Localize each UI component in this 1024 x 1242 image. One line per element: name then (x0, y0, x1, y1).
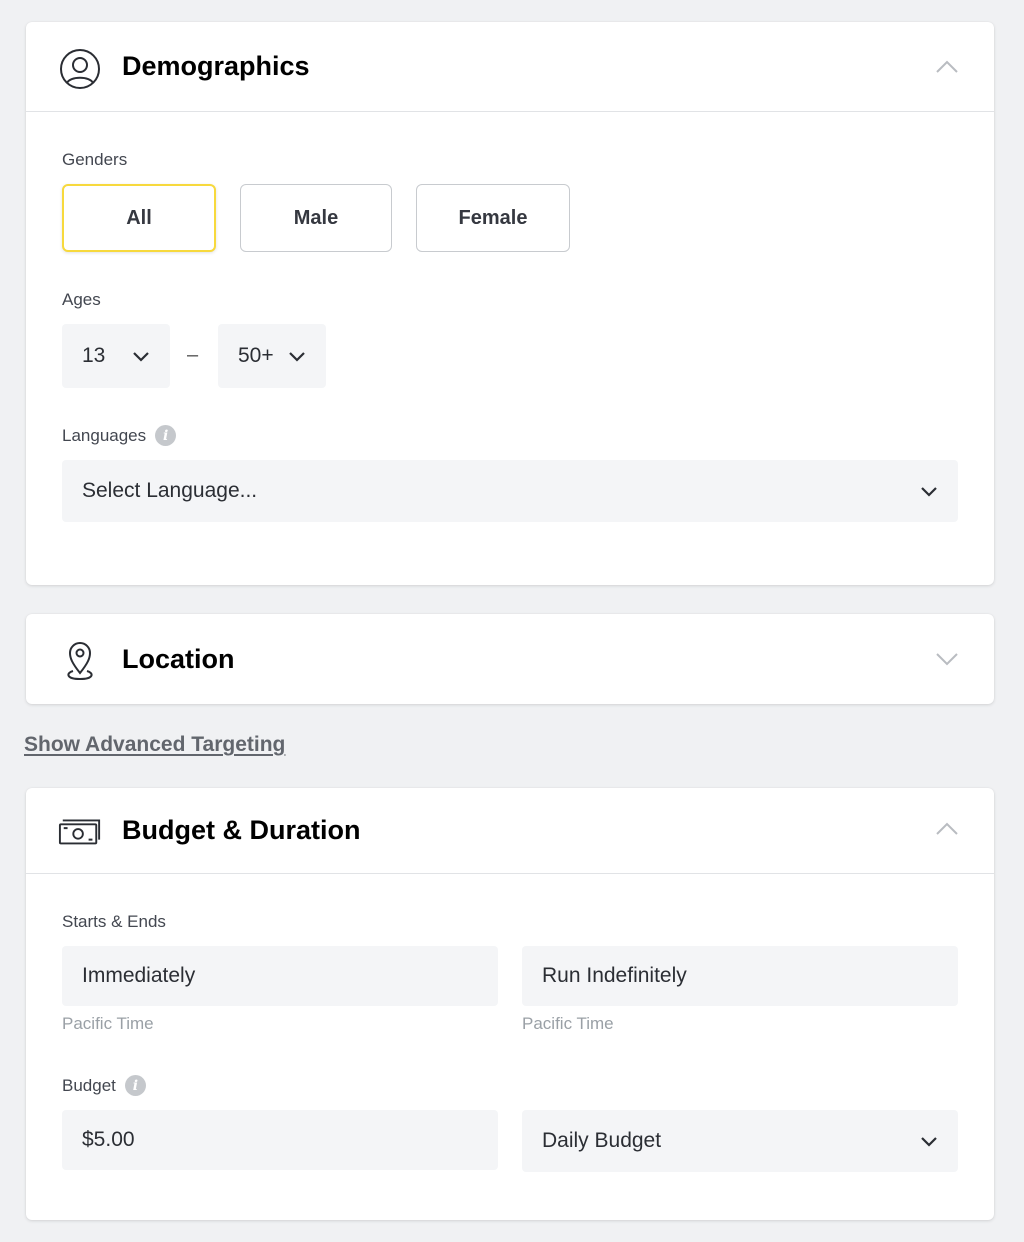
gender-all-label: All (126, 206, 152, 229)
location-title: Location (122, 643, 235, 674)
end-timezone-note: Pacific Time (522, 1014, 614, 1033)
starts-ends-label-text: Starts & Ends (62, 912, 166, 931)
budget-label: Budget i (62, 1075, 146, 1096)
ages-label: Ages (62, 290, 101, 310)
chevron-down-icon[interactable] (934, 646, 960, 672)
start-date-field[interactable]: Immediately (62, 946, 498, 1006)
show-advanced-targeting-link[interactable]: Show Advanced Targeting (24, 733, 285, 757)
chevron-down-icon (130, 345, 152, 367)
age-min-select[interactable]: 13 (62, 324, 170, 388)
ages-label-text: Ages (62, 290, 101, 309)
budget-amount-value: $5.00 (82, 1128, 135, 1151)
languages-label-text: Languages (62, 425, 147, 445)
user-circle-icon (58, 47, 102, 91)
start-timezone-note: Pacific Time (62, 1014, 154, 1033)
budget-label-text: Budget (62, 1075, 116, 1095)
genders-label-text: Genders (62, 150, 128, 169)
demographics-title: Demographics (122, 51, 310, 81)
languages-label: Languages i (62, 425, 177, 446)
budget-amount-input[interactable]: $5.00 (62, 1110, 498, 1170)
age-min-value: 13 (82, 344, 106, 367)
demographics-header[interactable]: Demographics (26, 22, 994, 112)
gender-male-label: Male (293, 206, 339, 229)
budget-duration-card: Budget & Duration Starts & Ends Immediat… (26, 788, 994, 1220)
chevron-up-icon[interactable] (934, 816, 960, 842)
gender-male-button[interactable]: Male (240, 184, 392, 252)
start-date-value: Immediately (82, 964, 196, 987)
starts-ends-label: Starts & Ends (62, 912, 166, 932)
location-card: Location (26, 614, 994, 704)
map-pin-icon (58, 639, 102, 683)
budget-duration-title: Budget & Duration (122, 815, 361, 845)
language-select[interactable]: Select Language... (62, 460, 958, 522)
gender-female-button[interactable]: Female (416, 184, 570, 252)
chevron-up-icon[interactable] (934, 54, 960, 80)
age-max-select[interactable]: 50+ (218, 324, 326, 388)
genders-label: Genders (62, 150, 127, 170)
gender-all-button[interactable]: All (62, 184, 216, 252)
budget-type-value: Daily Budget (542, 1129, 662, 1152)
language-select-placeholder: Select Language... (82, 479, 258, 502)
demographics-card: Demographics Genders All Male Female Age… (26, 22, 994, 585)
chevron-down-icon (918, 480, 940, 502)
chevron-down-icon (918, 1130, 940, 1152)
end-date-field[interactable]: Run Indefinitely (522, 946, 958, 1006)
end-date-value: Run Indefinitely (542, 964, 687, 987)
age-max-value: 50+ (238, 344, 274, 367)
info-icon[interactable]: i (124, 1075, 146, 1096)
age-range-separator: – (187, 344, 199, 366)
location-header[interactable]: Location (26, 614, 994, 704)
gender-female-label: Female (458, 206, 528, 229)
info-icon[interactable]: i (155, 425, 177, 446)
banknote-icon (58, 809, 102, 853)
budget-type-select[interactable]: Daily Budget (522, 1110, 958, 1172)
budget-duration-header[interactable]: Budget & Duration (26, 788, 994, 874)
chevron-down-icon (286, 345, 308, 367)
